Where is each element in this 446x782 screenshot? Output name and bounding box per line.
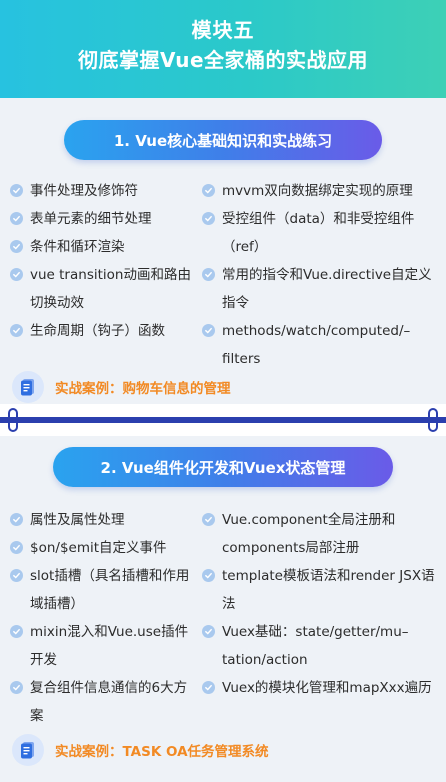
- list-item-label: mvvm双向数据绑定实现的原理: [222, 183, 413, 199]
- check-circle-icon: [202, 268, 215, 281]
- module-subtitle: 彻底掌握Vue全家桶的实战应用: [77, 48, 369, 72]
- list-item-label: Vue.component全局注册和components局部注册: [222, 512, 396, 556]
- list-item: 表单元素的细节处理: [10, 205, 200, 233]
- check-circle-icon: [10, 324, 23, 337]
- list-item-label: vue transition动画和路由切换动效: [30, 267, 191, 311]
- check-circle-icon: [10, 513, 23, 526]
- check-circle-icon: [202, 681, 215, 694]
- check-circle-icon: [202, 513, 215, 526]
- module-title: 模块五: [191, 18, 255, 42]
- list-item-label: $on/$emit自定义事件: [30, 540, 167, 556]
- case-study-label: 实战案例：TASK OA任务管理系统: [55, 744, 269, 760]
- list-item: 属性及属性处理: [10, 506, 200, 534]
- check-circle-icon: [10, 240, 23, 253]
- case-study-1: 实战案例：购物车信息的管理: [12, 370, 231, 404]
- check-circle-icon: [10, 625, 23, 638]
- check-circle-icon: [10, 541, 23, 554]
- list-item-label: 常用的指令和Vue.directive自定义指令: [222, 267, 432, 311]
- section-divider: [0, 408, 446, 432]
- list-item: Vue.component全局注册和components局部注册: [202, 506, 438, 562]
- check-circle-icon: [10, 212, 23, 225]
- list-item: 受控组件（data）和非受控组件（ref）: [202, 205, 438, 261]
- list-item-label: Vuex的模块化管理和mapXxx遍历: [222, 680, 432, 696]
- case-study-2: 实战案例：TASK OA任务管理系统: [12, 733, 269, 767]
- document-icon: [12, 734, 44, 766]
- list-item: 生命周期（钩子）函数: [10, 317, 200, 345]
- document-icon: [12, 371, 44, 403]
- section2-right-list: Vue.component全局注册和components局部注册 templat…: [202, 506, 438, 702]
- check-circle-icon: [10, 569, 23, 582]
- list-item: slot插槽（具名插槽和作用域插槽）: [10, 562, 200, 618]
- list-item: template模板语法和render JSX语法: [202, 562, 438, 618]
- section1-title: 1. Vue核心基础知识和实战练习: [64, 120, 382, 160]
- check-circle-icon: [202, 184, 215, 197]
- case-study-label: 实战案例：购物车信息的管理: [55, 381, 231, 397]
- list-item: 常用的指令和Vue.directive自定义指令: [202, 261, 438, 317]
- section2-left-list: 属性及属性处理 $on/$emit自定义事件 slot插槽（具名插槽和作用域插槽…: [10, 506, 200, 730]
- section2-title: 2. Vue组件化开发和Vuex状态管理: [53, 447, 393, 487]
- list-item-label: 事件处理及修饰符: [30, 183, 138, 199]
- list-item: vue transition动画和路由切换动效: [10, 261, 200, 317]
- check-circle-icon: [202, 625, 215, 638]
- check-circle-icon: [202, 212, 215, 225]
- list-item: Vuex基础：state/getter/mu–tation/action: [202, 618, 438, 674]
- section1-right-list: mvvm双向数据绑定实现的原理 受控组件（data）和非受控组件（ref） 常用…: [202, 177, 438, 373]
- list-item-label: 受控组件（data）和非受控组件（ref）: [222, 211, 415, 255]
- list-item: mvvm双向数据绑定实现的原理: [202, 177, 438, 205]
- list-item: mixin混入和Vue.use插件开发: [10, 618, 200, 674]
- check-circle-icon: [10, 184, 23, 197]
- list-item-label: 生命周期（钩子）函数: [30, 323, 165, 339]
- list-item: 条件和循环渲染: [10, 233, 200, 261]
- list-item-label: 条件和循环渲染: [30, 239, 125, 255]
- section1-left-list: 事件处理及修饰符 表单元素的细节处理 条件和循环渲染 vue transitio…: [10, 177, 200, 345]
- list-item: $on/$emit自定义事件: [10, 534, 200, 562]
- list-item: methods/watch/computed/–filters: [202, 317, 438, 373]
- list-item: 事件处理及修饰符: [10, 177, 200, 205]
- list-item: Vuex的模块化管理和mapXxx遍历: [202, 674, 438, 702]
- header-banner: 模块五 彻底掌握Vue全家桶的实战应用: [0, 0, 446, 98]
- list-item-label: slot插槽（具名插槽和作用域插槽）: [30, 568, 190, 612]
- list-item-label: mixin混入和Vue.use插件开发: [30, 624, 189, 668]
- check-circle-icon: [202, 569, 215, 582]
- check-circle-icon: [10, 681, 23, 694]
- check-circle-icon: [10, 268, 23, 281]
- check-circle-icon: [202, 324, 215, 337]
- list-item-label: methods/watch/computed/–filters: [222, 323, 411, 367]
- list-item-label: 复合组件信息通信的6大方案: [30, 680, 188, 724]
- list-item-label: template模板语法和render JSX语法: [222, 568, 435, 612]
- list-item-label: 属性及属性处理: [30, 512, 125, 528]
- list-item: 复合组件信息通信的6大方案: [10, 674, 200, 730]
- list-item-label: 表单元素的细节处理: [30, 211, 152, 227]
- list-item-label: Vuex基础：state/getter/mu–tation/action: [222, 624, 409, 668]
